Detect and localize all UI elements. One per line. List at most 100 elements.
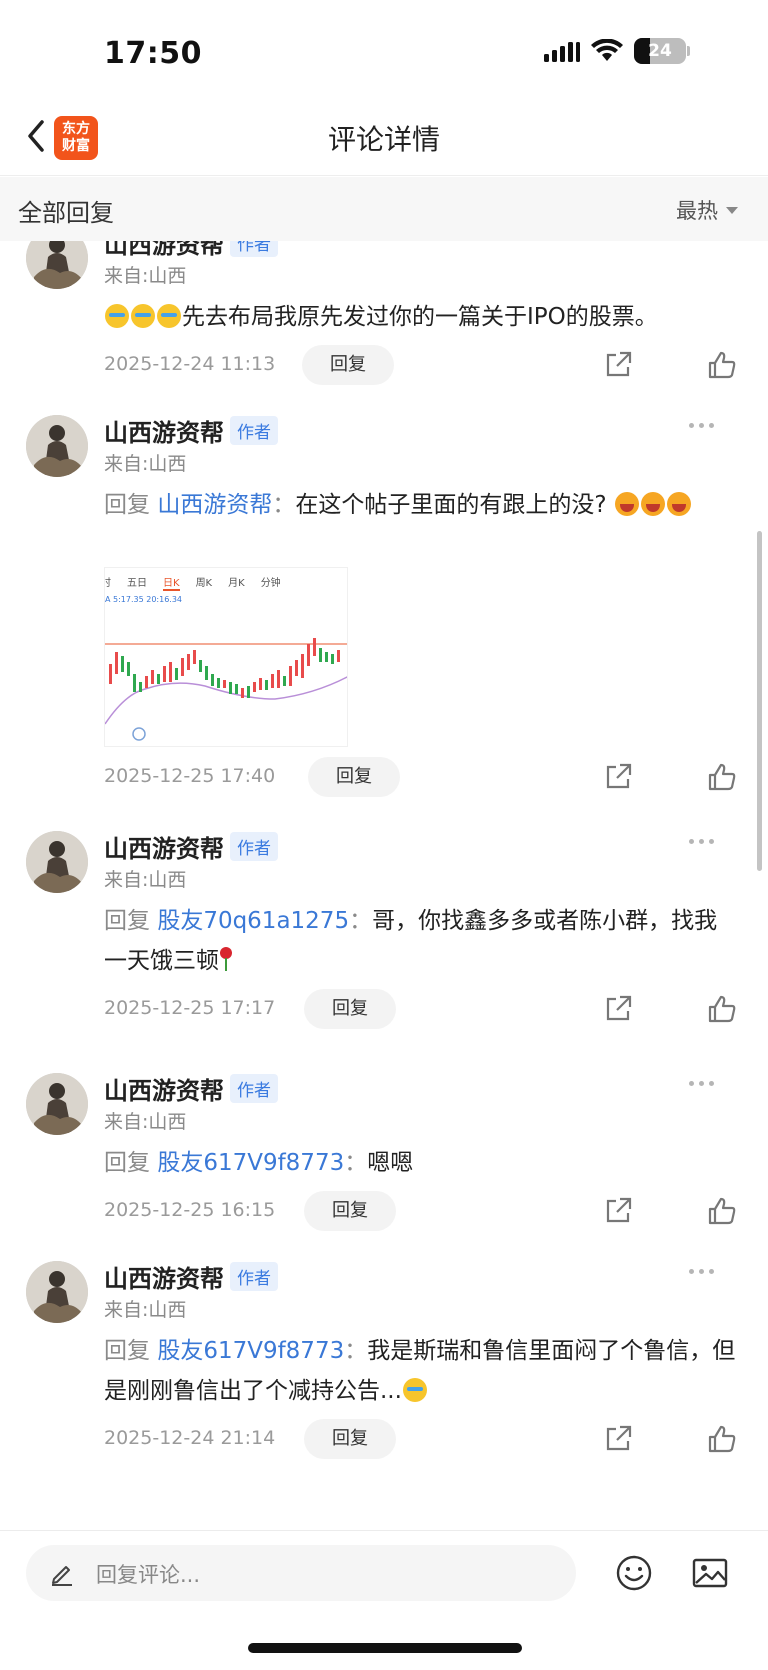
location: 来自:山西 xyxy=(104,869,187,891)
cry-laugh-emoji-icon xyxy=(402,1378,427,1402)
like-icon[interactable] xyxy=(706,761,738,793)
page-title: 评论详情 xyxy=(327,123,440,156)
sort-label: 最热 xyxy=(676,199,718,223)
more-icon[interactable] xyxy=(689,1269,714,1274)
nav-bar: 东方 财富 评论详情 xyxy=(0,100,768,176)
chart-tab: 周K xyxy=(195,578,213,589)
comment-content: 在这个帖子里面的有跟上的没? xyxy=(295,492,607,518)
author-badge: 作者 xyxy=(230,416,278,445)
comment-item: 山西游资帮 作者 来自:山西 回复 股友617V9f8773：嗯嗯 2025-1… xyxy=(0,1073,768,1233)
author-row: 山西游资帮 作者 xyxy=(104,829,278,864)
share-icon[interactable] xyxy=(602,993,634,1025)
comment-text: 先去布局我原先发过你的一篇关于IPO的股票。 xyxy=(104,297,740,337)
author-name[interactable]: 山西游资帮 xyxy=(104,413,224,448)
status-icons: 24 xyxy=(544,38,690,64)
comment-text: 回复 山西游资帮：在这个帖子里面的有跟上的没? xyxy=(104,485,740,525)
reply-prefix: 回复 xyxy=(104,1150,150,1176)
author-badge: 作者 xyxy=(230,1074,278,1103)
colon: ： xyxy=(344,1338,368,1364)
comment-meta: 2025-12-25 17:17 回复 xyxy=(104,989,744,1029)
reply-button[interactable]: 回复 xyxy=(308,757,400,797)
stock-chart-image[interactable]: 时 五日 日K 周K 月K 分钟 A 5:17.35 20:16.34 xyxy=(104,567,348,747)
reply-button[interactable]: 回复 xyxy=(302,345,394,385)
section-header: 全部回复 最热 xyxy=(0,177,768,241)
author-row: 山西游资帮 作者 xyxy=(104,241,278,260)
reply-button[interactable]: 回复 xyxy=(304,989,396,1029)
sort-select[interactable]: 最热 xyxy=(676,195,738,225)
more-icon[interactable] xyxy=(689,1081,714,1086)
reply-button[interactable]: 回复 xyxy=(304,1191,396,1231)
battery-level: 24 xyxy=(648,41,672,61)
share-icon[interactable] xyxy=(602,761,634,793)
comment-item: 山西游资帮 作者 来自:山西 回复 股友70q61a1275：哥，你找鑫多多或者… xyxy=(0,831,768,1031)
reply-target-link[interactable]: 股友617V9f8773 xyxy=(157,1150,344,1176)
author-badge: 作者 xyxy=(230,832,278,861)
comment-item: 山西游资帮 作者 来自:山西 回复 股友617V9f8773：我是斯瑞和鲁信里面… xyxy=(0,1261,768,1530)
more-icon[interactable] xyxy=(689,423,714,428)
timestamp: 2025-12-24 21:14 xyxy=(104,1427,276,1449)
status-bar: 17:50 24 xyxy=(0,0,768,100)
wifi-icon xyxy=(591,39,623,61)
comment-meta: 2025-12-24 11:13 回复 xyxy=(104,345,744,385)
chart-tab: 时 xyxy=(105,574,111,591)
timestamp: 2025-12-25 17:40 xyxy=(104,765,276,787)
reply-input[interactable]: 回复评论... xyxy=(26,1545,576,1601)
avatar[interactable] xyxy=(26,1073,88,1135)
avatar[interactable] xyxy=(26,415,88,477)
location: 来自:山西 xyxy=(104,265,187,287)
laugh-emoji-icon xyxy=(614,492,639,516)
author-name[interactable]: 山西游资帮 xyxy=(104,1259,224,1294)
comment-text: 回复 股友617V9f8773：嗯嗯 xyxy=(104,1143,740,1183)
location: 来自:山西 xyxy=(104,1299,187,1321)
like-icon[interactable] xyxy=(706,993,738,1025)
reply-prefix: 回复 xyxy=(104,908,150,934)
edit-icon xyxy=(52,1566,72,1586)
more-icon[interactable] xyxy=(689,839,714,844)
reply-input-bar: 回复评论... xyxy=(0,1530,768,1670)
signal-icon xyxy=(544,40,580,62)
reply-target-link[interactable]: 股友70q61a1275 xyxy=(157,908,349,934)
chart-info: A 5:17.35 20:16.34 xyxy=(105,595,183,604)
emoji-icon[interactable] xyxy=(614,1553,654,1593)
location: 来自:山西 xyxy=(104,453,187,475)
author-row: 山西游资帮 作者 xyxy=(104,413,278,448)
reply-target-link[interactable]: 山西游资帮 xyxy=(157,492,272,518)
share-icon[interactable] xyxy=(602,1195,634,1227)
share-icon[interactable] xyxy=(602,349,634,381)
reply-target-link[interactable]: 股友617V9f8773 xyxy=(157,1338,344,1364)
reply-prefix: 回复 xyxy=(104,492,150,518)
colon: ： xyxy=(272,492,296,518)
colon: ： xyxy=(344,1150,368,1176)
author-name[interactable]: 山西游资帮 xyxy=(104,829,224,864)
reply-prefix: 回复 xyxy=(104,1338,150,1364)
author-name[interactable]: 山西游资帮 xyxy=(104,1071,224,1106)
avatar[interactable] xyxy=(26,241,88,289)
section-title: 全部回复 xyxy=(18,199,114,227)
rose-emoji-icon xyxy=(219,947,233,971)
laugh-emoji-icon xyxy=(666,492,691,516)
reply-button[interactable]: 回复 xyxy=(304,1419,396,1459)
cry-laugh-emoji-icon xyxy=(131,304,155,328)
comment-content: 先去布局我原先发过你的一篇关于IPO的股票。 xyxy=(182,304,658,330)
status-time: 17:50 xyxy=(104,36,202,71)
battery-icon: 24 xyxy=(634,38,686,64)
author-name[interactable]: 山西游资帮 xyxy=(104,241,224,260)
like-icon[interactable] xyxy=(706,349,738,381)
like-icon[interactable] xyxy=(706,1423,738,1455)
location: 来自:山西 xyxy=(104,1111,187,1133)
avatar[interactable] xyxy=(26,1261,88,1323)
avatar[interactable] xyxy=(26,831,88,893)
author-badge: 作者 xyxy=(230,1262,278,1291)
caret-down-icon xyxy=(726,206,738,214)
comment-list[interactable]: 山西游资帮 作者 来自:山西 先去布局我原先发过你的一篇关于IPO的股票。 20… xyxy=(0,241,768,1530)
comment-item: 山西游资帮 作者 来自:山西 先去布局我原先发过你的一篇关于IPO的股票。 20… xyxy=(0,241,768,387)
comment-meta: 2025-12-25 17:40 回复 xyxy=(104,757,744,797)
author-badge: 作者 xyxy=(230,241,278,257)
image-icon[interactable] xyxy=(690,1553,730,1593)
timestamp: 2025-12-25 16:15 xyxy=(104,1199,276,1221)
scrollbar[interactable] xyxy=(757,531,762,871)
colon: ： xyxy=(349,908,373,934)
share-icon[interactable] xyxy=(602,1423,634,1455)
like-icon[interactable] xyxy=(706,1195,738,1227)
chart-tab-active: 日K xyxy=(163,574,180,591)
